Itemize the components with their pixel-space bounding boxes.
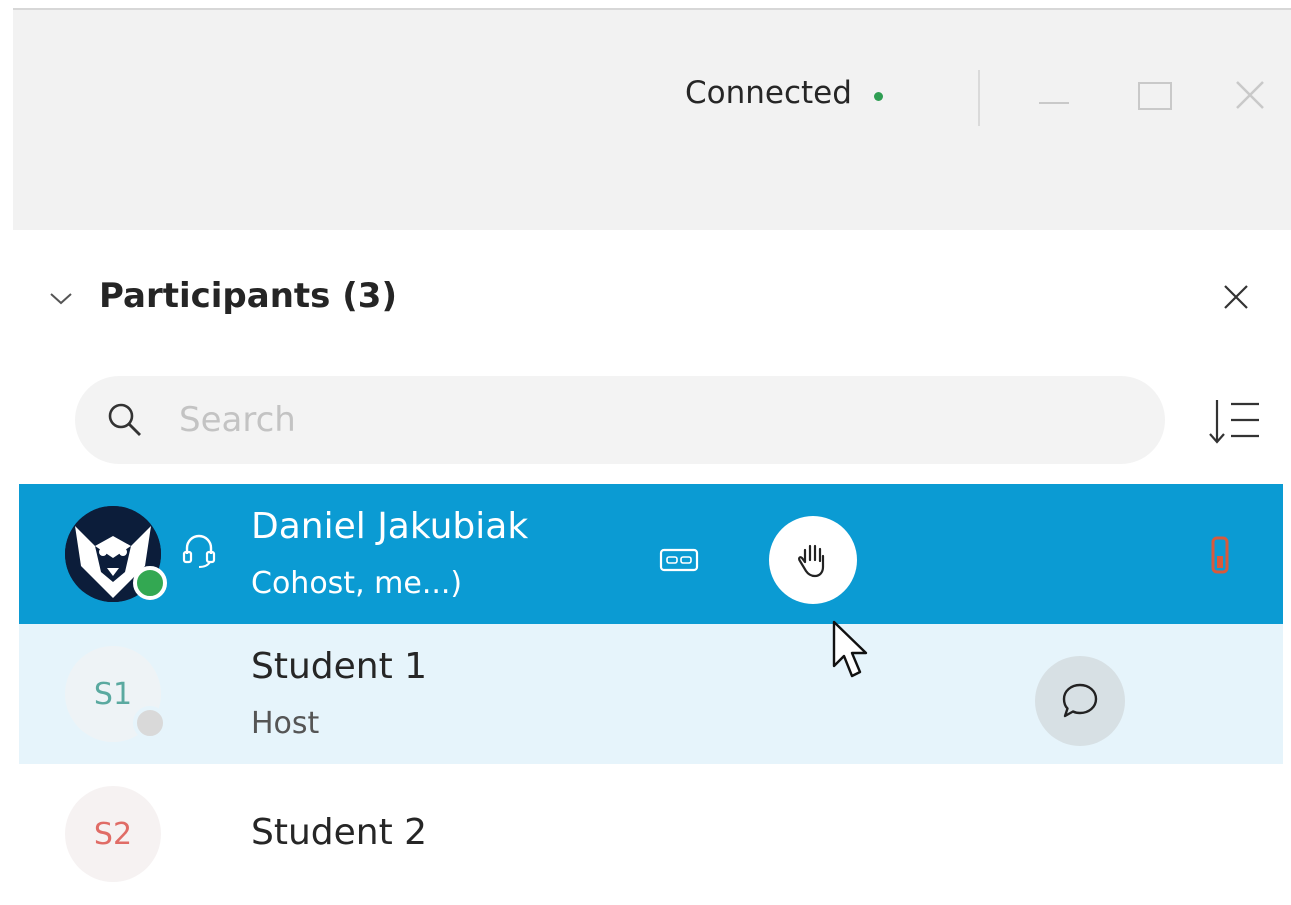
participant-row[interactable]: S1 Student 1 Host: [19, 624, 1283, 764]
sort-button[interactable]: [1207, 396, 1261, 448]
connection-status-label: Connected: [685, 75, 852, 111]
connection-status-dot-icon: [873, 91, 883, 101]
close-icon: [1224, 285, 1248, 309]
participant-name: Daniel Jakubiak: [251, 506, 529, 547]
presence-idle-icon: [133, 706, 167, 740]
avatar: [65, 506, 167, 602]
headset-icon: [182, 534, 216, 568]
sort-icon: [1209, 400, 1259, 444]
avatar: S1: [65, 646, 167, 742]
search-box[interactable]: [75, 376, 1165, 464]
window-close-button[interactable]: [1225, 70, 1275, 120]
closed-caption-icon: [659, 548, 699, 572]
participant-name: Student 2: [251, 812, 428, 853]
avatar-initials: S2: [93, 816, 133, 852]
chat-icon: [1062, 683, 1098, 718]
participant-role: Cohost, me...): [251, 566, 463, 601]
participant-row[interactable]: S2 Student 2: [19, 764, 1283, 904]
participants-panel: Participants (3) Search Daniel Jakubiak …: [17, 230, 1285, 905]
search-icon: [108, 403, 141, 436]
chat-button[interactable]: [1035, 656, 1125, 746]
panel-collapse-button[interactable]: [47, 284, 75, 312]
title-bar: Connected: [13, 8, 1291, 230]
presence-online-icon: [133, 566, 167, 600]
panel-title: Participants (3): [99, 276, 397, 316]
maximize-button[interactable]: [1131, 70, 1181, 120]
mouse-pointer-icon: [832, 620, 868, 678]
chevron-down-icon: [50, 293, 72, 305]
app-window: Connected Participants (3) Search Daniel…: [0, 0, 1291, 905]
panel-close-button[interactable]: [1221, 282, 1251, 312]
hand-icon: [798, 544, 825, 578]
participant-role: Host: [251, 706, 320, 741]
avatar: S2: [65, 786, 161, 882]
window-close-icon: [1236, 81, 1264, 109]
signal-icon: [1211, 536, 1229, 574]
avatar-initials: S1: [93, 676, 133, 712]
connection-status: Connected: [685, 68, 883, 118]
search-input[interactable]: [179, 392, 1139, 448]
minimize-button[interactable]: [1033, 70, 1083, 120]
participant-name: Student 1: [251, 646, 428, 687]
title-bar-divider: [978, 70, 980, 126]
participants-panel-header: Participants (3): [17, 270, 1285, 326]
lower-hand-button[interactable]: [769, 516, 857, 604]
participant-row[interactable]: Daniel Jakubiak Cohost, me...): [19, 484, 1283, 624]
